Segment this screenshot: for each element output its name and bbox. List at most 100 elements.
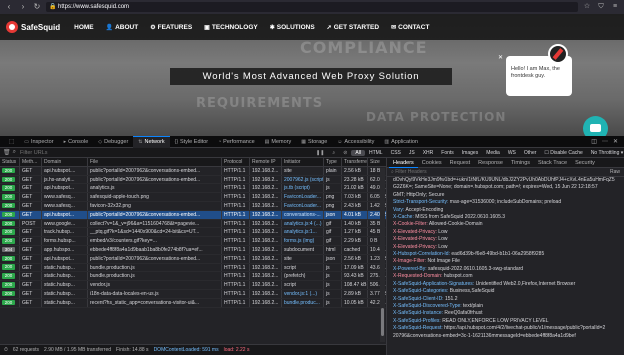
- pause-icon[interactable]: ❚❚: [312, 150, 328, 156]
- back-icon[interactable]: ‹: [4, 2, 14, 12]
- cell-method: GET: [20, 289, 42, 298]
- table-row[interactable]: 200 GET api.hubspot... public?portalId=2007…: [0, 210, 386, 220]
- filter-xhr[interactable]: XHR: [419, 150, 438, 156]
- block-icon[interactable]: ⊘: [339, 150, 351, 156]
- tab-console[interactable]: ▸ Console: [59, 136, 94, 148]
- cell-text[interactable]: analytics.js:4 (...): [284, 221, 322, 227]
- nav-solutions[interactable]: ✱ SOLUTIONS: [270, 24, 315, 31]
- table-row[interactable]: 304 GET app.hubspo... ebbede4ff8f8a4a1d9baa…: [0, 245, 386, 255]
- table-row[interactable]: 200 GET static.hubsp... vendor.js HTTP/1.1 19…: [0, 281, 386, 290]
- cell-text[interactable]: js.tb (script): [284, 185, 310, 191]
- table-row[interactable]: 200 POST www.google... collect?v=1&_v=j96&a…: [0, 219, 386, 229]
- col-method[interactable]: Meth...: [20, 158, 42, 166]
- disable-cache-checkbox[interactable]: ☐ Disable Cache: [540, 150, 586, 156]
- tab-response[interactable]: Response: [474, 158, 507, 168]
- filter-fonts[interactable]: Fonts: [437, 150, 458, 156]
- table-row[interactable]: 200 GET static.hubsp... i18n-data-data-loca…: [0, 289, 386, 299]
- col-file[interactable]: File: [88, 158, 222, 166]
- filter-all[interactable]: All: [351, 149, 365, 156]
- col-transferred[interactable]: Transferred: [342, 158, 368, 166]
- cell-text[interactable]: forms.js (img): [284, 238, 314, 244]
- nav-contact[interactable]: ✉ CONTACT: [391, 24, 429, 31]
- forward-icon[interactable]: ›: [18, 2, 28, 12]
- tab-storage[interactable]: ▦ Storage: [296, 136, 332, 148]
- cell-text: collect?v=1&_v=j96&a=1151604768&t=pagevi…: [90, 220, 200, 227]
- shield-icon[interactable]: ⛉: [596, 2, 606, 12]
- star-icon[interactable]: ☆: [582, 2, 592, 12]
- tab-style-editor[interactable]: {} Style Editor: [170, 136, 213, 148]
- table-row[interactable]: 200 GET track.hubsp... __ptq.gif?k=1&sd=144…: [0, 228, 386, 238]
- col-remote-ip[interactable]: Remote IP: [250, 158, 282, 166]
- scrollbar-thumb[interactable]: [381, 308, 384, 336]
- tab-debugger[interactable]: ◇ Debugger: [93, 136, 133, 148]
- tab-security[interactable]: Security: [571, 158, 599, 168]
- address-bar[interactable]: 🔒 https://www.safesquid.com: [46, 2, 578, 12]
- nav-get-started[interactable]: ➚ GET STARTED: [327, 24, 379, 31]
- cell-text[interactable]: vendor.js:1 (...): [284, 291, 317, 297]
- cell-text: public?portalId=2007962&conversations-em…: [90, 167, 201, 174]
- cell-text[interactable]: analytics.js:1...: [284, 229, 317, 235]
- col-initiator[interactable]: Initiator: [282, 158, 324, 166]
- table-row[interactable]: 200 GET api.hubspot... analytics.js HTTP/1.1…: [0, 184, 386, 194]
- tab-request[interactable]: Request: [446, 158, 475, 168]
- nav-home[interactable]: HOME: [74, 24, 94, 31]
- table-row[interactable]: 200 GET static.hubsp... recent?hs_static_ap…: [0, 298, 386, 308]
- filter-headers-input[interactable]: ⌕ Filter Headers Raw: [387, 168, 624, 177]
- table-row[interactable]: 200 GET static.hubsp... bundle.production.j…: [0, 263, 386, 273]
- raw-toggle[interactable]: Raw: [610, 168, 624, 176]
- nav-about[interactable]: 👤 ABOUT: [106, 24, 139, 31]
- cell-text[interactable]: FaviconLoader...: [284, 203, 321, 209]
- tab-headers[interactable]: Headers: [389, 158, 418, 168]
- throttling-select[interactable]: No Throttling ▾: [587, 150, 624, 156]
- table-row[interactable]: 200 GET js.hs-analyti... public?portalId=20…: [0, 175, 386, 185]
- cell-text[interactable]: bundle.produc...: [284, 300, 320, 306]
- cell-text: 2.43 kB: [344, 202, 361, 209]
- tab-network[interactable]: ⇅ Network: [133, 135, 170, 148]
- dock-icon[interactable]: ◫: [591, 138, 597, 145]
- filter-js[interactable]: JS: [405, 150, 419, 156]
- tab-timings[interactable]: Timings: [507, 158, 534, 168]
- search-icon[interactable]: ⌕: [328, 150, 339, 156]
- table-row[interactable]: 200 GET static.hubsp... bundle.production.j…: [0, 272, 386, 282]
- nav-features[interactable]: ⚙ FEATURES: [150, 24, 192, 31]
- table-row[interactable]: 200 GET www.safesq... favicon-32x32.png HTTP…: [0, 201, 386, 211]
- table-row[interactable]: 200 GET api.hubspot.... public?portalId=200…: [0, 166, 386, 176]
- col-protocol[interactable]: Protocol: [222, 158, 250, 166]
- pick-element-icon[interactable]: ⬚: [4, 136, 19, 148]
- rocket-icon: ➚: [326, 24, 332, 31]
- cell-text[interactable]: FaviconLoader...: [284, 194, 321, 200]
- cell-text: 4.01 kB: [344, 211, 361, 218]
- table-scrollbar[interactable]: [380, 168, 385, 342]
- cell-text[interactable]: conversations-...: [284, 212, 321, 218]
- menu-icon[interactable]: ≡: [610, 2, 620, 12]
- col-domain[interactable]: Domain: [42, 158, 88, 166]
- tab-stack-trace[interactable]: Stack Trace: [534, 158, 571, 168]
- chat-launcher-button[interactable]: [583, 116, 608, 136]
- nav-technology[interactable]: ▣ TECHNOLOGY: [204, 24, 258, 31]
- filter-css[interactable]: CSS: [387, 150, 405, 156]
- filter-media[interactable]: Media: [482, 150, 504, 156]
- close-icon[interactable]: ✕: [497, 55, 504, 62]
- reload-icon[interactable]: ↻: [32, 2, 42, 12]
- filter-other[interactable]: Other: [520, 150, 541, 156]
- tab-performance[interactable]: ◔ Performance: [213, 136, 260, 148]
- col-type[interactable]: Type: [324, 158, 342, 166]
- tab-application[interactable]: ▥ Application: [379, 136, 423, 148]
- trash-icon[interactable]: 🗑: [3, 149, 11, 156]
- cell-text[interactable]: 2007962.js (script): [284, 177, 323, 183]
- tab-accessibility[interactable]: ☺ Accessibility: [332, 136, 379, 148]
- col-status[interactable]: Status: [0, 158, 20, 166]
- table-row[interactable]: 200 GET api.hubspot... public?portalId=2007…: [0, 254, 386, 264]
- filter-html[interactable]: HTML: [365, 150, 387, 156]
- table-row[interactable]: 200 GET forms.hubsp... embed/v3/counters.gi…: [0, 237, 386, 246]
- filter-ws[interactable]: WS: [504, 150, 520, 156]
- col-size[interactable]: Size: [368, 158, 386, 166]
- site-logo[interactable]: SafeSquid: [6, 21, 60, 33]
- tab-cookies[interactable]: Cookies: [418, 158, 446, 168]
- table-row[interactable]: 200 GET www.safesq... safesquid-apple-touch…: [0, 193, 386, 202]
- tab-inspector[interactable]: ▭ Inspector: [19, 136, 58, 148]
- tab-memory[interactable]: ▤ Memory: [260, 136, 297, 148]
- filter-images[interactable]: Images: [458, 150, 482, 156]
- more-icon[interactable]: ⋯: [602, 138, 608, 145]
- close-icon[interactable]: ✕: [613, 138, 618, 145]
